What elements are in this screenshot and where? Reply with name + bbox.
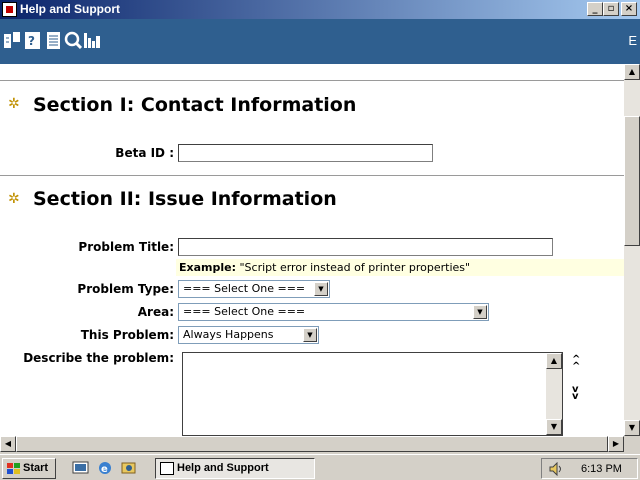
- problem-type-label: Problem Type:: [77, 282, 174, 296]
- star-icon: ✲: [8, 191, 20, 207]
- this-problem-label: This Problem:: [80, 328, 174, 342]
- app-icon: [2, 2, 17, 17]
- example-prefix: Example:: [179, 261, 236, 274]
- chart-icon[interactable]: [83, 30, 101, 50]
- divider: [0, 175, 624, 176]
- problem-title-label: Problem Title:: [78, 240, 174, 254]
- task-label: Help and Support: [177, 462, 269, 474]
- svg-text:e: e: [101, 464, 108, 475]
- star-icon: ✲: [8, 96, 20, 112]
- section-1-title: Section I: Contact Information: [33, 94, 357, 116]
- describe-textarea[interactable]: ▲ ▼: [182, 352, 563, 436]
- content-area: ✲ Section I: Contact Information Beta ID…: [0, 64, 624, 436]
- volume-icon[interactable]: [548, 462, 564, 476]
- start-button[interactable]: Start: [2, 458, 56, 479]
- minimize-button[interactable]: _: [587, 2, 603, 16]
- title-bar[interactable]: Help and Support _ ▫ ×: [0, 0, 640, 19]
- scroll-right-button[interactable]: ▶: [608, 436, 624, 452]
- scroll-thumb[interactable]: [624, 116, 640, 246]
- section-2-title: Section II: Issue Information: [33, 188, 337, 210]
- svg-text:?: ?: [28, 34, 35, 48]
- area-label: Area:: [137, 305, 174, 319]
- area-value: === Select One ===: [183, 305, 306, 318]
- index-icon[interactable]: [3, 30, 21, 50]
- describe-label: Describe the problem:: [23, 351, 174, 365]
- system-tray: 6:13 PM: [541, 458, 638, 479]
- explorer-icon[interactable]: [120, 460, 138, 476]
- divider: [0, 80, 624, 81]
- clock: 6:13 PM: [581, 463, 622, 475]
- toolbar-right-label[interactable]: E: [628, 33, 637, 48]
- toolbar: ? E: [0, 19, 640, 64]
- scroll-thumb[interactable]: [16, 436, 608, 452]
- textarea-scrollbar[interactable]: ▲ ▼: [546, 353, 562, 435]
- example-hint: Example: "Script error instead of printe…: [176, 259, 624, 276]
- maximize-button[interactable]: ▫: [603, 2, 619, 16]
- horizontal-scrollbar[interactable]: ◀ ▶: [0, 436, 624, 452]
- expand-down-icon[interactable]: v v: [572, 385, 579, 402]
- scroll-down-button[interactable]: ▼: [546, 419, 562, 435]
- search-icon[interactable]: [64, 30, 82, 50]
- scroll-up-button[interactable]: ▲: [546, 353, 562, 369]
- scroll-up-button[interactable]: ▲: [624, 64, 640, 80]
- scroll-down-button[interactable]: ▼: [624, 420, 640, 436]
- beta-id-input[interactable]: [178, 144, 433, 162]
- chevron-down-icon[interactable]: ▼: [473, 305, 487, 319]
- taskbar: Start e Help and Support 6:13 PM: [0, 454, 640, 480]
- app-icon: [160, 462, 174, 475]
- taskbar-item-help-and-support[interactable]: Help and Support: [155, 458, 315, 479]
- beta-id-label: Beta ID :: [115, 146, 174, 160]
- windows-logo-icon: [7, 463, 20, 474]
- help-and-support-window: Help and Support _ ▫ × ? E ✲ Section I: …: [0, 0, 640, 454]
- problem-title-input[interactable]: [178, 238, 553, 256]
- expand-up-icon[interactable]: ^ ^: [572, 355, 580, 372]
- close-button[interactable]: ×: [621, 2, 637, 16]
- chevron-down-icon[interactable]: ▼: [314, 282, 328, 296]
- area-select[interactable]: === Select One === ▼: [178, 303, 489, 321]
- desktop-icon[interactable]: [72, 460, 90, 476]
- internet-explorer-icon[interactable]: e: [96, 460, 114, 476]
- problem-type-value: === Select One ===: [183, 282, 306, 295]
- vertical-scrollbar[interactable]: ▲ ▼: [624, 64, 640, 436]
- help-icon[interactable]: ?: [24, 30, 42, 50]
- scroll-corner: [624, 436, 640, 452]
- chevron-down-icon[interactable]: ▼: [303, 328, 317, 342]
- example-text: "Script error instead of printer propert…: [239, 261, 471, 274]
- this-problem-value: Always Happens: [183, 328, 274, 341]
- start-label: Start: [23, 462, 49, 474]
- this-problem-select[interactable]: Always Happens ▼: [178, 326, 319, 344]
- scroll-left-button[interactable]: ◀: [0, 436, 16, 452]
- document-icon[interactable]: [45, 30, 63, 50]
- window-title: Help and Support: [20, 2, 120, 16]
- problem-type-select[interactable]: === Select One === ▼: [178, 280, 330, 298]
